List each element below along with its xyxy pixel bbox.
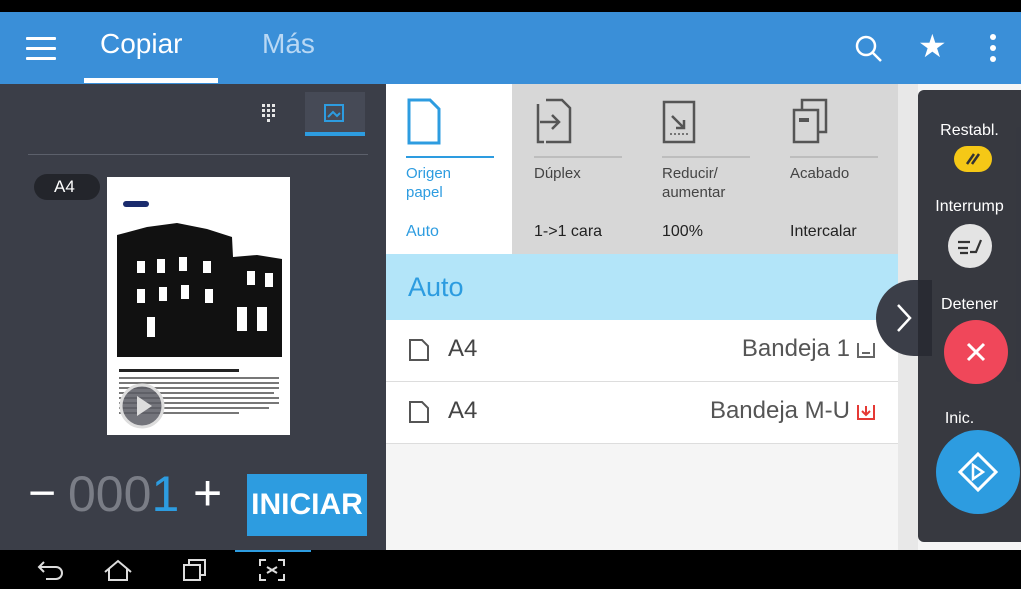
option-separator (534, 156, 622, 158)
option-name: Origen papel (406, 165, 452, 201)
paper-source-icon (407, 98, 441, 145)
image-preview-icon (324, 104, 344, 122)
copy-options-panel: Origen papel Auto Dúplex 1->1 cara Reduci… (386, 84, 898, 550)
paper-icon (409, 401, 429, 423)
copies-digits: 000 (68, 466, 152, 522)
star-icon[interactable]: ★ (918, 28, 947, 64)
option-finishing[interactable]: Acabado Intercalar (770, 84, 896, 254)
option-name: Reducir/aumentar (662, 165, 726, 201)
system-nav-bar (0, 550, 1021, 589)
option-separator (662, 156, 750, 158)
option-duplex[interactable]: Dúplex 1->1 cara (514, 84, 640, 254)
paper-source-auto-option[interactable]: Auto (386, 254, 898, 320)
paper-size-badge: A4 (34, 174, 100, 200)
quick-start-button[interactable] (936, 430, 1020, 514)
tray-paper-size: A4 (448, 397, 478, 424)
tray-option-1[interactable]: A4 Bandeja 1 (386, 320, 898, 382)
stop-button[interactable] (944, 320, 1008, 384)
duplex-icon (536, 98, 572, 144)
reset-button[interactable] (954, 146, 992, 172)
reset-label: Restabl. (940, 122, 999, 139)
screenshot-icon[interactable] (258, 558, 286, 582)
reset-icon (965, 153, 981, 165)
finishing-icon (792, 98, 828, 144)
tray-name: Bandeja 1 (741, 335, 850, 362)
option-paper-source[interactable]: Origen papel Auto (386, 84, 512, 254)
grid-view-icon[interactable] (262, 104, 280, 122)
preview-panel: A4 − 0001 + INICIAR (0, 84, 386, 550)
stop-label: Detener (941, 296, 998, 313)
back-icon[interactable] (36, 558, 66, 582)
copies-last-digit: 1 (151, 466, 180, 522)
option-separator (790, 156, 878, 158)
start-button[interactable]: INICIAR (247, 474, 367, 536)
tray-empty-icon (857, 405, 875, 420)
option-value: 100% (662, 223, 703, 240)
option-name: Dúplex (534, 165, 581, 182)
option-value: 1->1 cara (534, 223, 603, 240)
app-header: Copiar Más ★ (0, 12, 1021, 84)
active-indicator (235, 550, 311, 552)
quick-actions-panel: Restabl. Interrump Detener Inic. (918, 90, 1021, 542)
copies-count[interactable]: 0001 (68, 468, 179, 520)
tray-option-2[interactable]: A4 Bandeja M-U (386, 382, 898, 444)
interrupt-button[interactable] (948, 224, 992, 268)
start-diamond-icon (958, 452, 998, 492)
option-tiles: Origen papel Auto Dúplex 1->1 cara Reduci… (386, 84, 898, 254)
option-value: Intercalar (790, 223, 857, 240)
option-reduce-enlarge[interactable]: Reducir/aumentar 100% (642, 84, 768, 254)
recent-apps-icon[interactable] (182, 558, 208, 582)
tray-name: Bandeja M-U (709, 397, 850, 424)
menu-icon[interactable] (26, 37, 56, 61)
tab-mas[interactable]: Más (262, 28, 315, 60)
paper-icon (409, 339, 429, 361)
interrupt-label: Interrump (935, 198, 1004, 215)
overflow-menu-icon[interactable] (990, 34, 998, 68)
option-name: Acabado (790, 165, 850, 182)
close-icon (966, 342, 986, 362)
chevron-right-icon (897, 304, 912, 332)
option-separator (406, 156, 494, 158)
increase-copies-button[interactable]: + (193, 467, 222, 519)
active-tab-indicator (84, 78, 218, 83)
play-icon[interactable] (118, 382, 166, 430)
search-icon[interactable] (854, 34, 884, 64)
preview-view-toggle[interactable] (305, 92, 365, 136)
divider (28, 154, 368, 155)
interrupt-icon (958, 239, 983, 255)
tray-paper-size: A4 (448, 335, 478, 362)
decrease-copies-button[interactable]: − (28, 470, 56, 518)
start-label: Inic. (944, 410, 975, 427)
option-value: Auto (406, 223, 439, 240)
tray-icon (857, 343, 875, 358)
home-icon[interactable] (102, 558, 134, 582)
reduce-enlarge-icon (662, 100, 696, 144)
tab-copiar[interactable]: Copiar (100, 28, 182, 60)
